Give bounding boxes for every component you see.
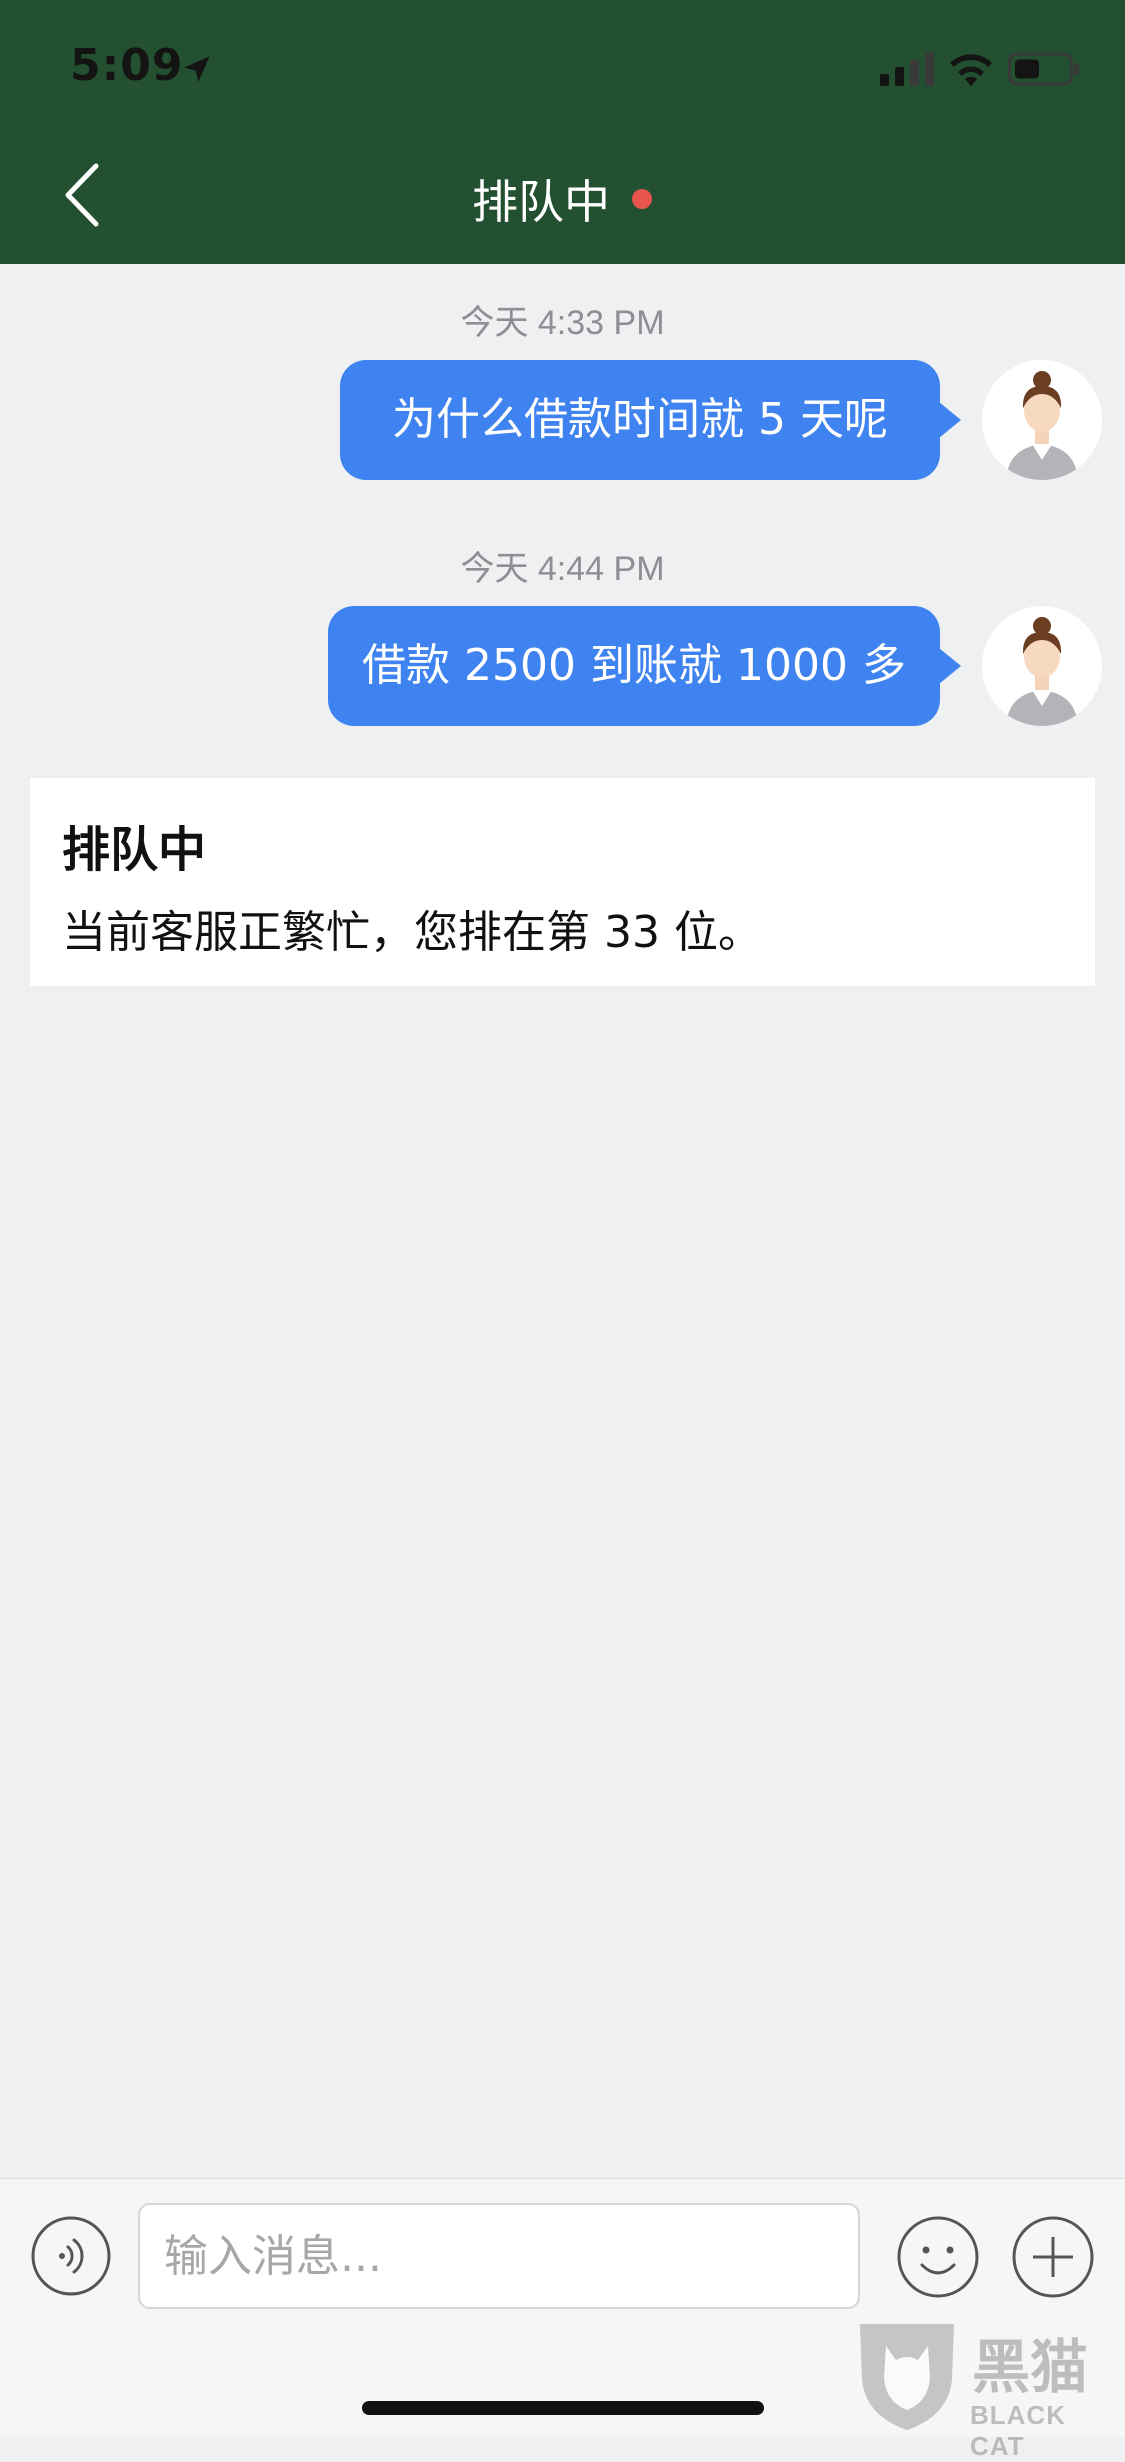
plus-icon[interactable] — [1011, 2215, 1095, 2299]
signal-icon — [880, 52, 934, 86]
queue-notice-card: 排队中 当前客服正繁忙，您排在第 33 位。 — [30, 778, 1095, 986]
watermark-en: BLACK CAT — [970, 2400, 1066, 2461]
watermark-cn: 黑猫 — [972, 2333, 1089, 2401]
home-indicator[interactable] — [362, 2401, 764, 2415]
avatar[interactable] — [982, 360, 1102, 480]
notice-title: 排队中 — [62, 822, 207, 878]
avatar-icon — [1006, 617, 1078, 726]
voice-icon[interactable] — [30, 2215, 112, 2297]
avatar[interactable] — [982, 606, 1102, 726]
message-bubble[interactable]: 借款 2500 到账就 1000 多 — [328, 606, 940, 726]
notice-body: 当前客服正繁忙，您排在第 33 位。 — [62, 907, 762, 958]
message-input[interactable] — [138, 2203, 860, 2309]
status-dot — [632, 189, 652, 209]
cat-shield-icon — [860, 2324, 954, 2430]
emoji-icon[interactable] — [896, 2215, 980, 2299]
avatar-icon — [1006, 371, 1078, 480]
bubble-tail — [939, 402, 961, 438]
bubble-tail — [939, 648, 961, 684]
top-header: 5:09 排队中 — [0, 0, 1125, 264]
black-cat-watermark: 黑猫 BLACK CAT — [852, 2320, 1122, 2461]
location-arrow-icon — [184, 56, 210, 82]
message-timestamp: 今天 4:33 PM — [460, 304, 665, 342]
message-bubble[interactable]: 为什么借款时间就 5 天呢 — [340, 360, 940, 480]
wifi-icon — [950, 54, 992, 86]
battery-icon — [1008, 52, 1079, 86]
back-chevron-icon[interactable] — [56, 160, 112, 230]
status-time: 5:09 — [70, 40, 184, 91]
message-timestamp: 今天 4:44 PM — [460, 550, 665, 588]
page-title: 排队中 — [472, 175, 610, 229]
